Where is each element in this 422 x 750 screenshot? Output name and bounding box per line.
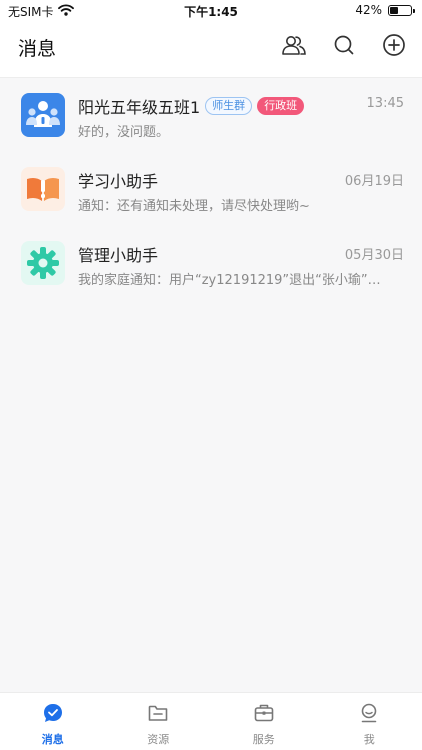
search-button[interactable] (330, 33, 358, 61)
group-avatar-icon (21, 93, 65, 137)
battery-group: 42% (355, 3, 415, 17)
tag-teacher-student-group: 师生群 (205, 97, 253, 115)
battery-percent: 42% (355, 3, 382, 17)
folder-icon (147, 702, 169, 728)
bottom-tab-bar: 消息 资源 服务 我 (0, 692, 422, 750)
battery-icon (388, 4, 415, 16)
conversation-list: 阳光五年级五班1 师生群 行政班 13:45 好的，没问题。 学习小助手 06月… (0, 79, 422, 301)
message-icon (42, 702, 64, 728)
contacts-button[interactable] (280, 33, 308, 61)
briefcase-icon (253, 702, 275, 728)
messages-screen: 无SIM卡 下午1:45 42% 消息 阳光五年级五班1 师生群 行政班 13:… (0, 0, 422, 750)
tab-me[interactable]: 我 (317, 693, 422, 750)
conversation-title-row: 管理小助手 (78, 242, 158, 266)
conversation-time: 13:45 (366, 96, 404, 111)
gear-icon (21, 241, 65, 285)
header-actions (280, 33, 408, 61)
tab-label: 消息 (41, 733, 64, 746)
tab-label: 服务 (252, 733, 275, 746)
page-title: 消息 (18, 38, 57, 60)
profile-icon (358, 702, 380, 728)
conversation-title-row: 学习小助手 (78, 168, 158, 192)
conversation-title-row: 阳光五年级五班1 师生群 行政班 (78, 94, 305, 118)
tab-messages[interactable]: 消息 (0, 693, 106, 750)
conversation-time: 05月30日 (344, 248, 404, 263)
tag-admin-class: 行政班 (257, 97, 305, 115)
header: 消息 (0, 22, 422, 78)
conversation-preview: 好的，没问题。 (78, 125, 170, 140)
conversation-name: 学习小助手 (78, 172, 159, 191)
add-button[interactable] (380, 33, 408, 61)
book-icon (21, 167, 65, 211)
battery-fill (390, 6, 399, 14)
conversation-preview: 我的家庭通知：用户“zy12191219”退出“张小瑜”… (78, 273, 381, 288)
tab-label: 资源 (147, 733, 170, 746)
conversation-item[interactable]: 阳光五年级五班1 师生群 行政班 13:45 好的，没问题。 (0, 79, 422, 153)
tab-resources[interactable]: 资源 (106, 693, 212, 750)
tab-services[interactable]: 服务 (211, 693, 317, 750)
conversation-item[interactable]: 学习小助手 06月19日 通知：还有通知未处理，请尽快处理哟~ (0, 153, 422, 227)
conversation-item[interactable]: 管理小助手 05月30日 我的家庭通知：用户“zy12191219”退出“张小瑜… (0, 227, 422, 301)
conversation-name: 阳光五年级五班1 (78, 98, 201, 117)
conversation-preview: 通知：还有通知未处理，请尽快处理哟~ (78, 199, 310, 214)
conversation-time: 06月19日 (344, 174, 404, 189)
status-bar: 无SIM卡 下午1:45 42% (0, 0, 422, 22)
tab-label: 我 (363, 733, 375, 746)
add-icon (382, 33, 406, 61)
contacts-icon (281, 34, 307, 60)
conversation-name: 管理小助手 (78, 246, 159, 265)
search-icon (333, 34, 355, 60)
